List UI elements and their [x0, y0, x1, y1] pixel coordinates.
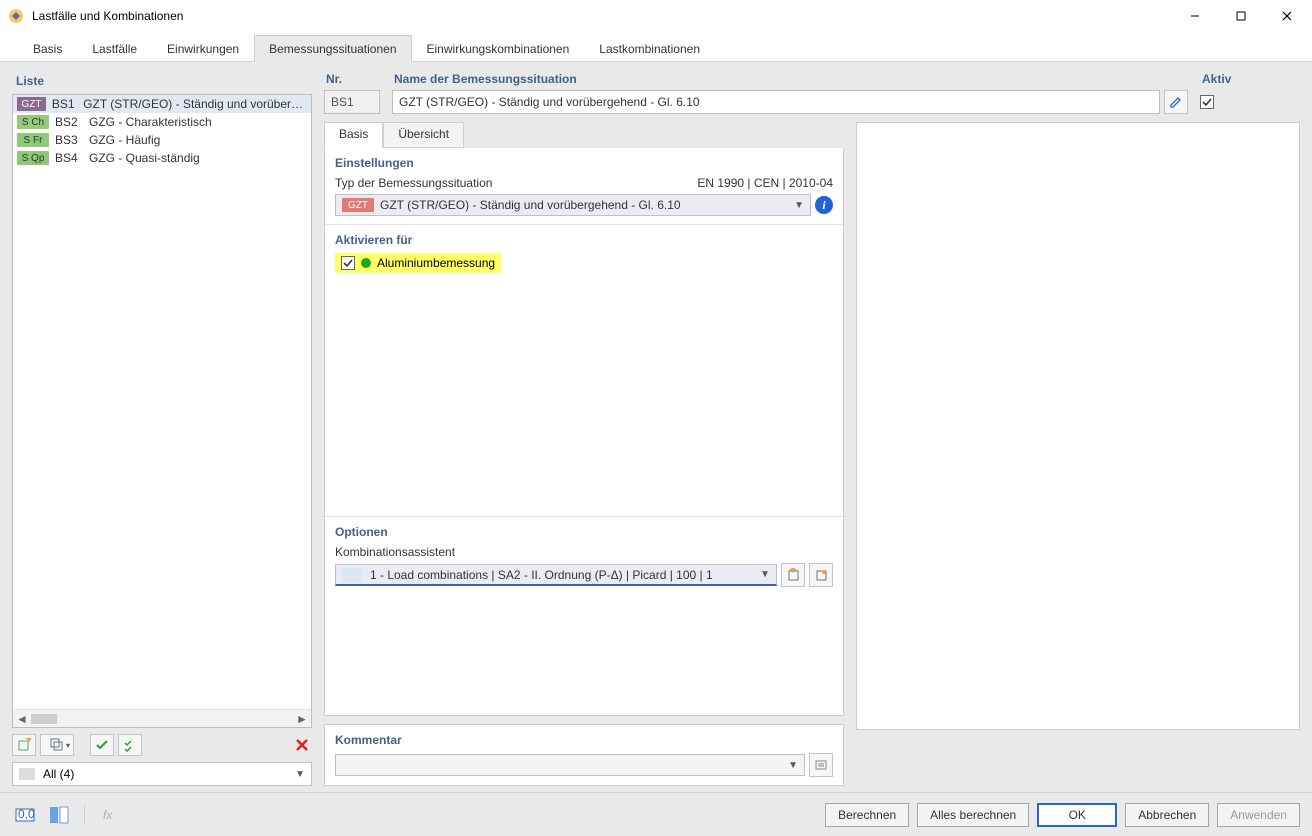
main-tabs: Basis Lastfälle Einwirkungen Bemessungss…: [0, 32, 1312, 62]
type-dropdown[interactable]: GZT GZT (STR/GEO) - Ständig und vorüberg…: [335, 194, 811, 216]
type-badge: GZT: [342, 198, 374, 212]
inner-tabs: Basis Übersicht: [324, 122, 844, 148]
optionen-title: Optionen: [335, 525, 833, 539]
scroll-right-icon[interactable]: ►: [293, 711, 311, 727]
copy-item-button[interactable]: [40, 734, 74, 756]
inner-tab-uebersicht[interactable]: Übersicht: [383, 122, 464, 148]
list-name: GZG - Häufig: [89, 133, 160, 147]
function-icon[interactable]: fx: [97, 803, 123, 827]
ok-button[interactable]: OK: [1037, 803, 1117, 827]
close-button[interactable]: [1264, 0, 1310, 32]
chevron-down-icon: ▼: [788, 760, 804, 771]
assistant-label: Kombinationsassistent: [335, 545, 833, 559]
info-icon[interactable]: i: [815, 196, 833, 214]
list-badge: S Fr: [17, 133, 49, 147]
type-label: Typ der Bemessungssituation: [335, 176, 492, 190]
norm-ref: EN 1990 | CEN | 2010-04: [697, 176, 833, 190]
tab-einwirkungskombinationen[interactable]: Einwirkungskombinationen: [412, 35, 585, 61]
new-item-button[interactable]: ✦: [12, 734, 36, 756]
list-badge: GZT: [17, 97, 46, 111]
units-icon[interactable]: 0,00: [12, 803, 38, 827]
aktivieren-title: Aktivieren für: [335, 233, 833, 247]
abbrechen-button[interactable]: Abbrechen: [1125, 803, 1209, 827]
window-title: Lastfälle und Kombinationen: [32, 9, 183, 23]
kommentar-dropdown[interactable]: ▼: [335, 754, 805, 776]
delete-item-button[interactable]: [292, 734, 312, 756]
status-dot-icon: [361, 258, 371, 268]
assistant-dropdown[interactable]: 1 - Load combinations | SA2 - II. Ordnun…: [335, 564, 777, 586]
list-title: Liste: [12, 72, 312, 94]
list-name: GZG - Charakteristisch: [89, 115, 212, 129]
list-box: GZT BS1 GZT (STR/GEO) - Ständig und vorü…: [12, 94, 312, 728]
chevron-down-icon: ▼: [295, 769, 305, 780]
scroll-thumb[interactable]: [31, 714, 57, 724]
svg-text:0,00: 0,00: [18, 807, 35, 821]
aktivieren-checkbox[interactable]: [341, 256, 355, 270]
assistant-value: 1 - Load combinations | SA2 - II. Ordnun…: [370, 568, 713, 582]
kommentar-edit-button[interactable]: [809, 753, 833, 777]
list-item[interactable]: S Fr BS3 GZG - Häufig: [13, 131, 311, 149]
anwenden-button[interactable]: Anwenden: [1217, 803, 1300, 827]
svg-text:✦: ✦: [788, 568, 798, 577]
filter-value: All (4): [43, 767, 74, 781]
scroll-left-icon[interactable]: ◄: [13, 711, 31, 727]
chevron-down-icon: ▼: [760, 569, 770, 580]
filter-swatch-icon: [19, 768, 35, 780]
list-code: BS1: [52, 97, 77, 111]
maximize-button[interactable]: [1218, 0, 1264, 32]
assistant-edit-button[interactable]: [809, 563, 833, 587]
name-label: Name der Bemessungssituation: [392, 72, 1188, 86]
list-hscroll[interactable]: ◄ ►: [13, 709, 311, 727]
list-name: GZG - Quasi-ständig: [89, 151, 200, 165]
nr-field: BS1: [324, 90, 380, 114]
aktiv-checkbox[interactable]: [1200, 95, 1214, 109]
aktiv-label: Aktiv: [1200, 72, 1300, 86]
kommentar-title: Kommentar: [335, 733, 833, 747]
assistant-swatch-icon: [342, 568, 362, 582]
list-filter-dropdown[interactable]: All (4) ▼: [12, 762, 312, 786]
tab-bemessungssituationen[interactable]: Bemessungssituationen: [254, 35, 411, 62]
preview-panel: [856, 122, 1300, 730]
tab-lastkombinationen[interactable]: Lastkombinationen: [584, 35, 715, 61]
app-icon: [8, 8, 24, 24]
berechnen-button[interactable]: Berechnen: [825, 803, 909, 827]
edit-name-button[interactable]: [1164, 90, 1188, 114]
list-code: BS4: [55, 151, 83, 165]
list-badge: S Ch: [17, 115, 49, 129]
check-all-button[interactable]: [90, 734, 114, 756]
check-options-button[interactable]: [118, 734, 142, 756]
chevron-down-icon: ▼: [794, 200, 804, 211]
list-item[interactable]: GZT BS1 GZT (STR/GEO) - Ständig und vorü…: [13, 95, 311, 113]
assistant-new-button[interactable]: ✦: [781, 563, 805, 587]
tab-einwirkungen[interactable]: Einwirkungen: [152, 35, 254, 61]
inner-tab-basis[interactable]: Basis: [324, 122, 383, 148]
type-value: GZT (STR/GEO) - Ständig und vorübergehen…: [380, 198, 681, 212]
bottom-bar: 0,00 fx Berechnen Alles berechnen OK Abb…: [0, 792, 1312, 836]
titlebar: Lastfälle und Kombinationen: [0, 0, 1312, 32]
name-field[interactable]: GZT (STR/GEO) - Ständig und vorübergehen…: [392, 90, 1160, 114]
aktivieren-label: Aluminiumbemessung: [377, 256, 495, 270]
list-item[interactable]: S Qp BS4 GZG - Quasi-ständig: [13, 149, 311, 167]
alles-berechnen-button[interactable]: Alles berechnen: [917, 803, 1029, 827]
svg-text:fx: fx: [103, 808, 113, 822]
tab-basis[interactable]: Basis: [18, 35, 77, 61]
svg-text:✦: ✦: [24, 738, 31, 746]
aktivieren-item[interactable]: Aluminiumbemessung: [335, 253, 501, 273]
results-icon[interactable]: [46, 803, 72, 827]
list-code: BS3: [55, 133, 83, 147]
tab-lastfaelle[interactable]: Lastfälle: [77, 35, 152, 61]
list-item[interactable]: S Ch BS2 GZG - Charakteristisch: [13, 113, 311, 131]
list-code: BS2: [55, 115, 83, 129]
nr-label: Nr.: [324, 72, 380, 86]
einstellungen-title: Einstellungen: [335, 156, 833, 170]
minimize-button[interactable]: [1172, 0, 1218, 32]
list-name: GZT (STR/GEO) - Ständig und vorübergehen…: [83, 97, 307, 111]
list-badge: S Qp: [17, 151, 49, 165]
